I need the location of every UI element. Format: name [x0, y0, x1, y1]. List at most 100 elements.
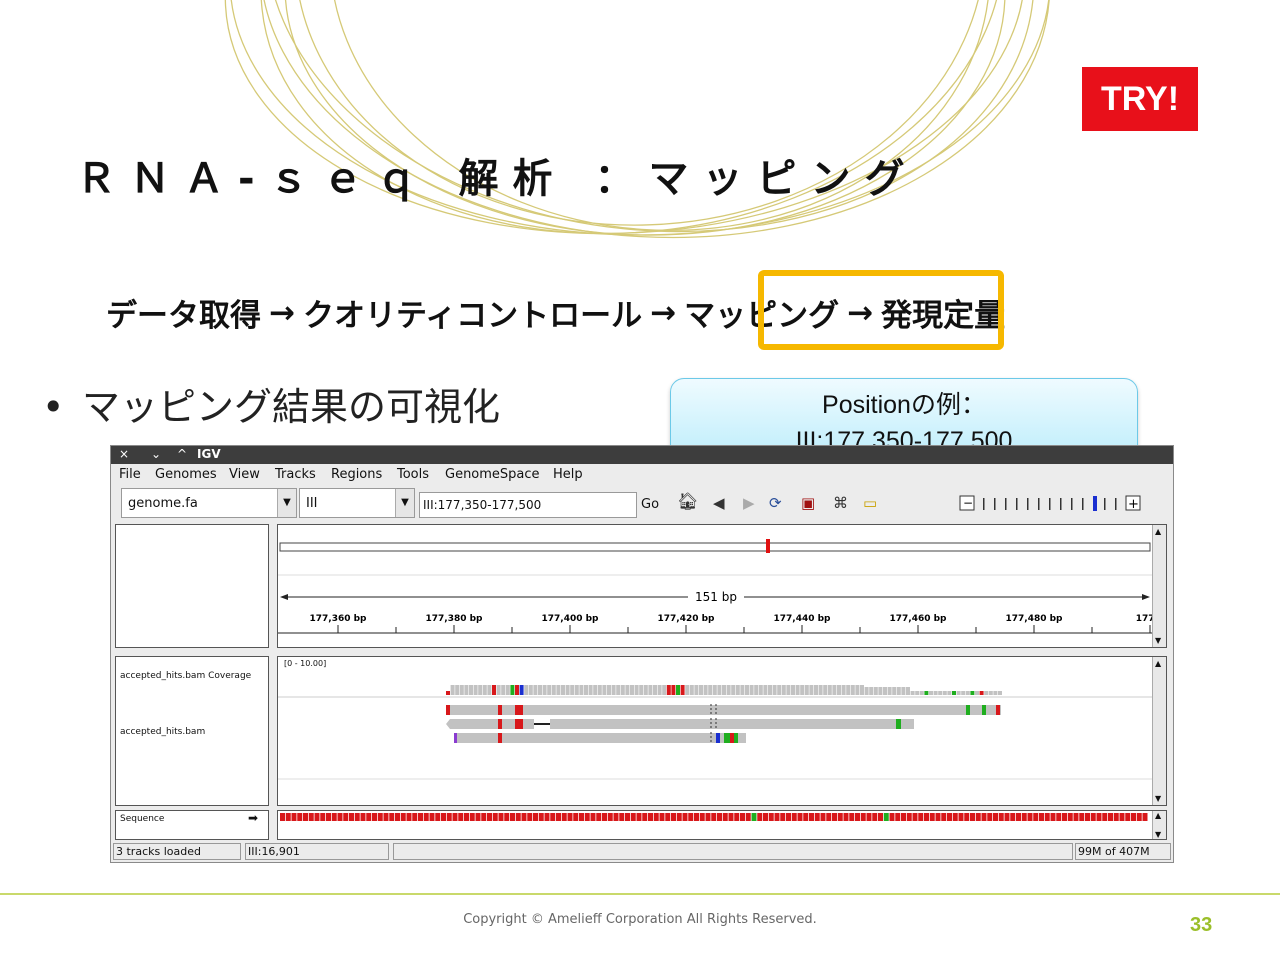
coverage-bar[interactable] [643, 685, 648, 695]
go-button[interactable]: Go [639, 492, 663, 518]
zoom-widget[interactable]: − + [959, 494, 1149, 514]
coverage-bar[interactable] [814, 685, 818, 695]
coverage-bar[interactable] [703, 685, 708, 695]
zoom-tick[interactable] [1038, 498, 1040, 510]
coverage-bar[interactable] [906, 687, 910, 695]
menu-view[interactable]: View [229, 467, 260, 482]
menu-tracks[interactable]: Tracks [275, 467, 316, 482]
coverage-bar[interactable] [777, 685, 782, 695]
coverage-bar[interactable] [878, 687, 883, 695]
coverage-bar[interactable] [846, 685, 851, 695]
alignment-track-name[interactable]: accepted_hits.bam [120, 727, 205, 737]
coverage-bar[interactable] [956, 691, 961, 695]
coverage-bar[interactable] [648, 685, 653, 695]
coverage-bar[interactable] [570, 685, 575, 695]
chevron-down-icon[interactable]: ▼ [395, 489, 414, 517]
coverage-bar[interactable] [873, 687, 878, 695]
coverage-bar[interactable] [800, 685, 805, 695]
coverage-bar[interactable] [984, 691, 989, 695]
coverage-bar[interactable] [611, 685, 616, 695]
coverage-bar[interactable] [528, 685, 533, 695]
coverage-bar[interactable] [731, 685, 736, 695]
chevron-down-icon[interactable]: ▼ [277, 489, 296, 517]
coverage-bar[interactable] [597, 685, 602, 695]
coverage-bar[interactable] [722, 685, 726, 695]
coverage-bar[interactable] [676, 685, 680, 695]
coverage-bar[interactable] [487, 685, 492, 695]
coverage-bar[interactable] [712, 685, 717, 695]
scroll-up-icon[interactable]: ▲ [1155, 659, 1161, 668]
coverage-bar[interactable] [689, 685, 694, 695]
zoom-tick[interactable] [1005, 498, 1007, 510]
coverage-bar[interactable] [482, 685, 487, 695]
popup-text-icon[interactable]: ▭ [863, 494, 877, 512]
coverage-bar[interactable] [832, 685, 837, 695]
coverage-bar[interactable] [864, 687, 869, 695]
feature-scrollbar[interactable]: ▲ ▼ [1152, 811, 1166, 839]
coverage-bar[interactable] [469, 685, 473, 695]
zoom-tick[interactable] [1027, 498, 1029, 510]
roi-icon[interactable]: ▣ [801, 494, 815, 512]
coverage-bar[interactable] [993, 691, 998, 695]
coverage-bar[interactable] [855, 685, 860, 695]
refresh-icon[interactable]: ⟳ [769, 494, 782, 512]
coverage-bar[interactable] [837, 685, 841, 695]
data-scrollbar[interactable]: ▲ ▼ [1152, 657, 1166, 805]
home-icon[interactable]: 🏠︎ [677, 492, 699, 512]
coverage-bar[interactable] [924, 691, 929, 695]
coverage-bar[interactable] [979, 691, 984, 695]
coverage-bar[interactable] [657, 685, 662, 695]
ruler-scrollbar[interactable]: ▲ ▼ [1152, 525, 1166, 647]
coverage-bar[interactable] [680, 685, 685, 695]
coverage-bar[interactable] [823, 685, 828, 695]
coverage-bar[interactable] [653, 685, 657, 695]
coverage-bar[interactable] [662, 685, 667, 695]
coverage-bar[interactable] [717, 685, 722, 695]
zoom-tick[interactable] [1049, 498, 1051, 510]
coverage-bar[interactable] [933, 691, 938, 695]
zoom-tick[interactable] [994, 498, 996, 510]
zoom-tick[interactable] [1016, 498, 1018, 510]
coverage-bar[interactable] [961, 691, 966, 695]
coverage-bar[interactable] [740, 685, 745, 695]
coverage-bar[interactable] [505, 685, 510, 695]
coverage-bar[interactable] [473, 685, 478, 695]
coverage-bar[interactable] [708, 685, 713, 695]
coverage-bar[interactable] [735, 685, 740, 695]
coverage-bar[interactable] [584, 685, 588, 695]
forward-icon[interactable]: ▶ [743, 494, 755, 512]
coverage-bar[interactable] [666, 685, 671, 695]
resize-icon[interactable]: ⌘ [833, 494, 848, 512]
coverage-bar[interactable] [869, 687, 874, 695]
zoom-tick[interactable] [1115, 498, 1117, 510]
coverage-bar[interactable] [988, 691, 993, 695]
coverage-bar[interactable] [791, 685, 795, 695]
zoom-out-icon[interactable]: − [963, 496, 973, 510]
coverage-bar[interactable] [975, 691, 979, 695]
menu-regions[interactable]: Regions [331, 467, 382, 482]
coverage-bar[interactable] [579, 685, 584, 695]
zoom-in-icon[interactable]: + [1128, 497, 1139, 512]
coverage-bar[interactable] [593, 685, 598, 695]
back-icon[interactable]: ◀ [713, 494, 725, 512]
maximize-icon[interactable]: ^ [177, 447, 187, 461]
close-icon[interactable]: × [119, 447, 129, 461]
coverage-bar[interactable] [970, 691, 975, 695]
coverage-bar[interactable] [620, 685, 625, 695]
coverage-bar[interactable] [942, 691, 947, 695]
coverage-bar[interactable] [639, 685, 644, 695]
coverage-bar[interactable] [772, 685, 777, 695]
scroll-down-icon[interactable]: ▼ [1155, 830, 1161, 839]
coverage-bar[interactable] [768, 685, 772, 695]
coverage-bar[interactable] [998, 691, 1002, 695]
coverage-bar[interactable] [524, 685, 529, 695]
coverage-bar[interactable] [685, 685, 690, 695]
coverage-bar[interactable] [860, 685, 864, 695]
coverage-bar[interactable] [818, 685, 823, 695]
coverage-bar[interactable] [565, 685, 570, 695]
coverage-bar[interactable] [726, 685, 731, 695]
coverage-bar[interactable] [607, 685, 611, 695]
coverage-bar[interactable] [809, 685, 814, 695]
coverage-bar[interactable] [850, 685, 855, 695]
zoom-tick[interactable] [1104, 498, 1106, 510]
